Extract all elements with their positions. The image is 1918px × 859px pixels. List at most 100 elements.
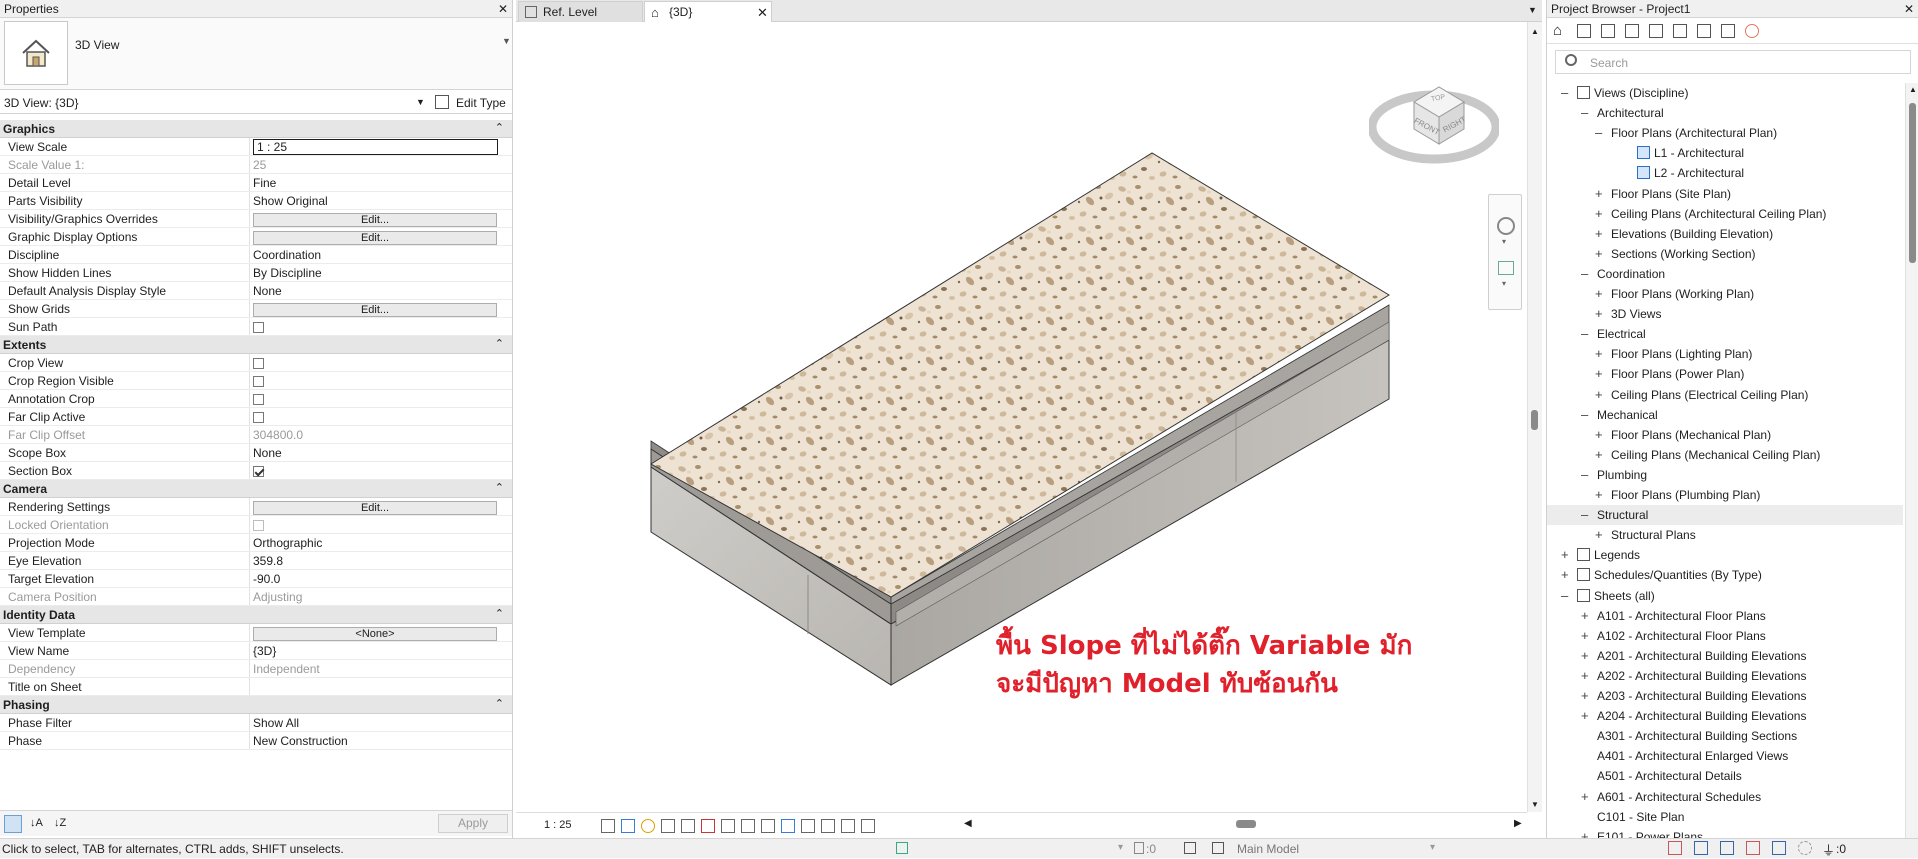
ceiling-plan-icon[interactable] xyxy=(1601,24,1615,38)
sheet-icon[interactable] xyxy=(1697,24,1711,38)
tree-item[interactable]: + Legends xyxy=(1561,545,1640,565)
collapse-icon[interactable]: – xyxy=(1581,103,1591,123)
collapse-icon[interactable]: ⌃ xyxy=(495,607,504,620)
property-value[interactable]: {3D} xyxy=(250,642,512,659)
expand-icon[interactable]: + xyxy=(1581,626,1591,646)
property-checkbox[interactable] xyxy=(253,466,264,477)
reveal-hidden-icon[interactable] xyxy=(781,818,795,833)
expand-icon[interactable]: + xyxy=(1595,425,1605,445)
scroll-thumb[interactable] xyxy=(1531,410,1538,430)
tree-item[interactable]: + Floor Plans (Lighting Plan) xyxy=(1595,344,1752,364)
tree-item[interactable]: L2 - Architectural xyxy=(1637,163,1744,183)
property-edit-button[interactable]: <None> xyxy=(253,627,497,641)
property-value[interactable]: Fine xyxy=(250,174,512,191)
3d-view-canvas[interactable]: TOP FRONT RIGHT ▾ ▾ พื้น Slope ที่ไม่ได้… xyxy=(516,22,1527,812)
property-value[interactable] xyxy=(250,372,512,389)
expand-icon[interactable]: + xyxy=(1561,545,1571,565)
scroll-down-icon[interactable]: ▼ xyxy=(1531,800,1539,809)
collapse-icon[interactable]: – xyxy=(1581,324,1591,344)
tree-item[interactable]: – Mechanical xyxy=(1581,405,1658,425)
detail-level-icon[interactable] xyxy=(601,818,615,833)
section-icon[interactable] xyxy=(1673,24,1687,38)
close-icon[interactable]: ✕ xyxy=(757,5,768,21)
sort-desc-icon[interactable]: ↓Z xyxy=(54,817,66,829)
expand-icon[interactable]: + xyxy=(1595,485,1605,505)
tab-ref-level[interactable]: Ref. Level xyxy=(518,1,643,22)
collapse-icon[interactable]: – xyxy=(1581,264,1591,284)
expand-icon[interactable]: + xyxy=(1581,686,1591,706)
chevron-down-icon[interactable]: ▼ xyxy=(416,97,425,107)
expand-icon[interactable]: + xyxy=(1595,525,1605,545)
scroll-up-icon[interactable]: ▲ xyxy=(1531,27,1539,36)
property-value[interactable] xyxy=(250,318,512,335)
property-checkbox[interactable] xyxy=(253,394,264,405)
tree-item[interactable]: + A102 - Architectural Floor Plans xyxy=(1581,626,1766,646)
main-model-icon[interactable] xyxy=(1212,842,1224,854)
vertical-scrollbar[interactable]: ▲ ▼ xyxy=(1527,22,1542,812)
design-options-icon[interactable] xyxy=(1184,842,1196,854)
expand-icon[interactable]: + xyxy=(1595,445,1605,465)
plan-view-icon[interactable] xyxy=(1577,24,1591,38)
tree-item[interactable]: – Views (Discipline) xyxy=(1561,83,1688,103)
tree-item[interactable]: A301 - Architectural Building Sections xyxy=(1597,726,1797,746)
lock-3d-icon[interactable] xyxy=(741,818,755,833)
visual-style-icon[interactable] xyxy=(621,818,635,833)
horizontal-scroll-thumb[interactable] xyxy=(1236,820,1256,828)
property-value[interactable]: Coordination xyxy=(250,246,512,263)
tree-item[interactable]: + Ceiling Plans (Mechanical Ceiling Plan) xyxy=(1595,445,1820,465)
expand-icon[interactable]: + xyxy=(1581,706,1591,726)
tree-item[interactable]: + Structural Plans xyxy=(1595,525,1696,545)
expand-icon[interactable]: + xyxy=(1595,224,1605,244)
property-value[interactable]: <None> xyxy=(250,624,512,641)
select-underlay-icon[interactable] xyxy=(1694,841,1708,855)
collapse-icon[interactable]: – xyxy=(1581,465,1591,485)
browser-search-input[interactable]: Search xyxy=(1555,50,1911,74)
property-checkbox[interactable] xyxy=(253,322,264,333)
property-value[interactable]: Edit... xyxy=(250,210,512,227)
tree-item[interactable]: + Floor Plans (Working Plan) xyxy=(1595,284,1754,304)
expand-icon[interactable]: + xyxy=(1581,646,1591,666)
tree-item[interactable]: – Plumbing xyxy=(1581,465,1647,485)
expand-icon[interactable]: + xyxy=(1581,787,1591,807)
property-group-header[interactable]: Phasing ⌃ xyxy=(0,696,512,714)
analytical-model-icon[interactable] xyxy=(821,818,835,833)
property-value[interactable] xyxy=(250,408,512,425)
expand-icon[interactable]: + xyxy=(1561,565,1571,585)
expand-icon[interactable]: + xyxy=(1595,304,1605,324)
collapse-icon[interactable]: – xyxy=(1595,123,1605,143)
shadows-icon[interactable] xyxy=(661,818,675,833)
expand-icon[interactable]: + xyxy=(1595,284,1605,304)
property-value[interactable]: Show All xyxy=(250,714,512,731)
background-process-icon[interactable] xyxy=(1798,841,1812,855)
collapse-icon[interactable]: – xyxy=(1581,505,1591,525)
tree-item[interactable]: + Floor Plans (Power Plan) xyxy=(1595,364,1744,384)
editable-only-icon[interactable] xyxy=(1134,842,1144,854)
tree-item[interactable]: + Sections (Working Section) xyxy=(1595,244,1756,264)
render-icon[interactable] xyxy=(681,818,695,833)
tree-item[interactable]: +3D Views xyxy=(1595,304,1661,324)
collapse-icon[interactable]: ⌃ xyxy=(495,481,504,494)
select-links-icon[interactable] xyxy=(1668,841,1682,855)
active-design-option[interactable]: Main Model xyxy=(1237,842,1299,856)
property-value[interactable]: Edit... xyxy=(250,498,512,515)
tree-item[interactable]: A401 - Architectural Enlarged Views xyxy=(1597,746,1788,766)
tree-item[interactable]: C101 - Site Plan xyxy=(1597,807,1684,827)
tree-item[interactable]: – Floor Plans (Architectural Plan) xyxy=(1595,123,1777,143)
tree-item[interactable]: + Schedules/Quantities (By Type) xyxy=(1561,565,1762,585)
property-value[interactable]: Show Original xyxy=(250,192,512,209)
expand-icon[interactable]: + xyxy=(1595,244,1605,264)
select-by-face-icon[interactable] xyxy=(1746,841,1760,855)
property-value[interactable] xyxy=(250,390,512,407)
zoom-icon[interactable] xyxy=(1498,261,1514,275)
property-edit-button[interactable]: Edit... xyxy=(253,213,497,227)
tree-item[interactable]: + Floor Plans (Mechanical Plan) xyxy=(1595,425,1771,445)
property-value[interactable]: By Discipline xyxy=(250,264,512,281)
property-value[interactable]: None xyxy=(250,444,512,461)
property-value[interactable]: New Construction xyxy=(250,732,512,749)
scroll-thumb[interactable] xyxy=(1909,103,1916,263)
expand-icon[interactable]: + xyxy=(1595,385,1605,405)
elevation-icon[interactable] xyxy=(1649,24,1663,38)
tree-item[interactable]: + Floor Plans (Site Plan) xyxy=(1595,184,1731,204)
sun-path-icon[interactable] xyxy=(641,818,655,833)
worksharing-icon[interactable] xyxy=(896,842,908,854)
